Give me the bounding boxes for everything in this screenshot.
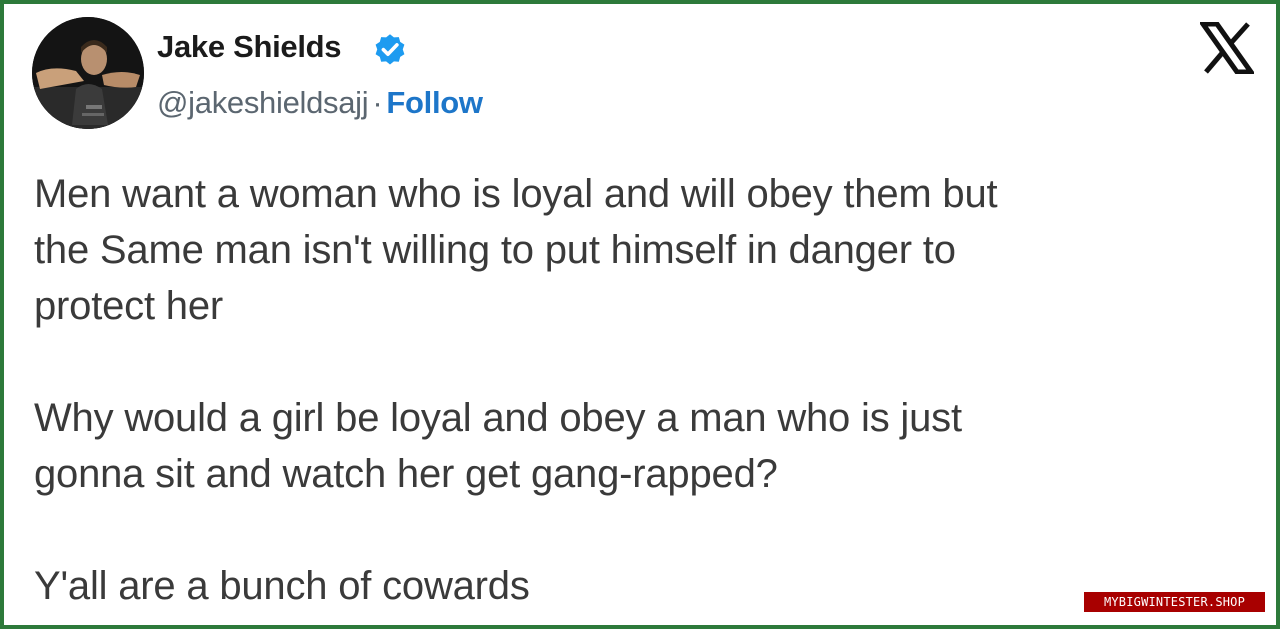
author-name[interactable]: Jake Shields bbox=[157, 29, 342, 65]
tweet-paragraph-3: Y'all are a bunch of cowards bbox=[34, 558, 1234, 614]
tweet-line: Men want a woman who is loyal and will o… bbox=[34, 172, 998, 216]
avatar-photo bbox=[32, 17, 144, 129]
separator-dot: · bbox=[372, 85, 383, 120]
tweet-line: gonna sit and watch her get gang-rapped? bbox=[34, 452, 778, 496]
tweet-embed-card: Jake Shields @jakeshieldsajj · Follow Men … bbox=[0, 0, 1280, 629]
tweet-body: Men want a woman who is loyal and will o… bbox=[34, 166, 1234, 614]
tweet-paragraph-1: Men want a woman who is loyal and will o… bbox=[34, 166, 1234, 334]
tweet-paragraph-2: Why would a girl be loyal and obey a man… bbox=[34, 390, 1234, 502]
tweet-line: the Same man isn't willing to put himsel… bbox=[34, 228, 956, 272]
verified-badge-icon bbox=[375, 34, 405, 65]
follow-button[interactable]: Follow bbox=[386, 85, 483, 120]
author-avatar[interactable] bbox=[32, 17, 144, 129]
tweet-line: Y'all are a bunch of cowards bbox=[34, 564, 530, 608]
x-logo-icon[interactable] bbox=[1200, 22, 1254, 74]
tweet-line: Why would a girl be loyal and obey a man… bbox=[34, 396, 962, 440]
site-watermark: MYBIGWINTESTER.SHOP bbox=[1084, 592, 1265, 612]
author-meta-row: @jakeshieldsajj · Follow bbox=[157, 85, 483, 121]
tweet-line: protect her bbox=[34, 284, 224, 328]
author-handle[interactable]: @jakeshieldsajj bbox=[157, 85, 369, 120]
